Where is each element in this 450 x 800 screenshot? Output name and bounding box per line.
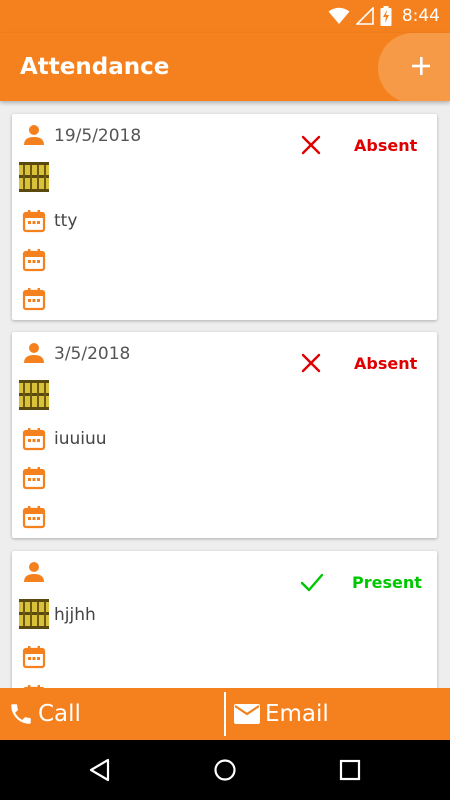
cross-icon (301, 353, 321, 373)
back-icon[interactable] (88, 758, 110, 782)
call-button[interactable]: Call (8, 688, 81, 740)
calendar-icon (22, 210, 46, 233)
attendance-card[interactable]: 3/5/2018 Absent iuuiuu (12, 332, 437, 538)
record-date: 3/5/2018 (54, 344, 131, 364)
status-label: Present (352, 573, 422, 592)
recents-icon[interactable] (339, 759, 361, 781)
attendance-card[interactable]: Present hjjhh (12, 551, 437, 688)
status-label: Absent (354, 354, 418, 373)
bottom-action-bar: Call Email (0, 688, 450, 740)
calendar-icon (22, 428, 46, 451)
calendar-icon (22, 467, 46, 490)
page-title: Attendance (20, 54, 170, 80)
mail-icon (234, 704, 260, 724)
student-photo (19, 162, 49, 192)
record-note: hjjhh (54, 605, 96, 625)
record-note: iuuiuu (54, 429, 107, 449)
person-icon (24, 343, 44, 363)
record-note: tty (54, 211, 78, 231)
email-label: Email (265, 701, 329, 727)
calendar-icon (22, 646, 46, 669)
calendar-icon (22, 288, 46, 311)
check-icon (300, 573, 324, 592)
add-button[interactable] (378, 33, 450, 101)
calendar-icon (22, 249, 46, 272)
student-photo (19, 380, 49, 410)
attendance-card[interactable]: 19/5/2018 Absent tty (12, 114, 437, 320)
system-nav-bar (0, 740, 450, 800)
person-icon (24, 125, 44, 145)
divider (224, 692, 226, 736)
status-bar: 8:44 (0, 0, 450, 33)
email-button[interactable]: Email (233, 688, 329, 740)
status-time: 8:44 (401, 6, 440, 26)
calendar-icon (22, 506, 46, 529)
status-icons: 8:44 (328, 5, 440, 27)
person-icon (24, 562, 44, 582)
attendance-list[interactable]: 19/5/2018 Absent tty 3/5/2018 Absent iuu… (0, 101, 450, 688)
battery-charging-icon (380, 6, 392, 26)
plus-icon (412, 57, 430, 75)
app-bar: Attendance (0, 33, 450, 101)
home-icon[interactable] (213, 758, 237, 782)
record-date: 19/5/2018 (54, 126, 142, 146)
student-photo (19, 599, 49, 629)
phone-icon (11, 704, 31, 724)
cross-icon (301, 135, 321, 155)
cell-signal-icon (355, 7, 374, 25)
wifi-icon (328, 7, 350, 24)
call-label: Call (38, 701, 81, 727)
status-label: Absent (354, 136, 418, 155)
